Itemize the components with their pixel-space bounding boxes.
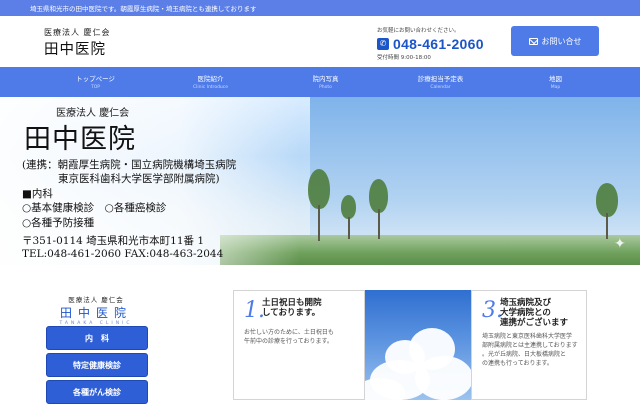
sidebar-button-internal-medicine[interactable]: 内 科: [46, 326, 148, 350]
hero-title: 田中医院: [24, 124, 136, 155]
top-info-bar: 埼玉県和光市の田中医院です。朝霞厚生病院・埼玉病院とも連携しております: [0, 0, 640, 16]
site-logo[interactable]: 医療法人 慶仁会 田中医院: [44, 27, 134, 58]
nav-label: 院内写真: [312, 75, 339, 83]
feature-body-line: お忙しい方のために、土日祝日も: [244, 329, 334, 336]
sidebar-button-health-checkup[interactable]: 特定健康検診: [46, 353, 148, 377]
nav-item-calendar[interactable]: 診療担当予定表 Calendar: [383, 67, 498, 97]
sparkle-icon: ✦: [614, 236, 626, 252]
feature-body-line: の連携も行っております。: [482, 360, 553, 367]
nav-sub-label: TOP: [90, 85, 100, 90]
hero-line: TEL:048-461-2060 FAX:048-463-2044: [22, 248, 224, 260]
hero-line: 東京医科歯科大学医学部附属病院): [58, 173, 220, 185]
hero-line: ○各種予防接種: [22, 217, 95, 229]
nav-item-top[interactable]: トップページ TOP: [38, 67, 153, 97]
mail-icon: [528, 37, 538, 45]
feature-body-line: 。光が丘病院、日大板橋病院と: [482, 351, 567, 358]
hero-line: ○基本健康検診 ○各種癌検診: [22, 202, 167, 214]
nav-label: 診療担当予定表: [417, 75, 464, 83]
feature-title-line: 連携がございます: [500, 318, 569, 328]
feature-title: 土日祝日も開院 しております。: [262, 298, 322, 318]
nav-label: 医院紹介: [197, 75, 224, 83]
feature-body-line: 部附属病院とは主連携しております: [482, 342, 578, 349]
sidebar-button-cancer-screening[interactable]: 各種がん検診: [46, 380, 148, 404]
sidebar-logo[interactable]: 医療法人 慶仁会 田中医院 TANAKA CLINIC: [46, 294, 146, 326]
feature-title-line: しております。: [262, 308, 321, 318]
feature-body: お忙しい方のために、土日祝日も 午前中の診療を行っております。: [244, 328, 334, 346]
hero-line: (連携：朝霞厚生病院・国立病院機構埼玉病院: [22, 159, 237, 171]
sidebar-logo-subtitle: 医療法人 慶仁会: [68, 296, 124, 304]
feature-body-line: 午前中の診療を行っております。: [244, 338, 333, 345]
reception-hours: 受付時間 9:00-18:00: [377, 55, 431, 61]
nav-item-clinic[interactable]: 医院紹介 Clinic Introduce: [153, 67, 268, 97]
nav-item-map[interactable]: 地図 Map: [498, 67, 613, 97]
inquiry-label: お問い合せ: [541, 36, 582, 46]
contact-lead: お気軽にお問い合わせください。: [377, 28, 460, 34]
feature-card-cooperation: 3. 埼玉病院及び 大学病院との 連携がございます 埼玉病院と東京医科歯科大学医…: [471, 290, 587, 400]
nav-sub-label: Map: [550, 85, 561, 90]
feature-title-line: 大学病院との: [500, 308, 551, 318]
cloud-photo: [365, 290, 471, 400]
feature-body-line: 埼玉病院と東京医科歯科大学医学: [482, 333, 573, 340]
contact-block: お気軽にお問い合わせください。 ✆ 048-461-2060 受付時間 9:00…: [377, 26, 507, 61]
feature-title-line: 土日祝日も開院: [262, 298, 322, 308]
nav-sub-label: Photo: [319, 85, 332, 90]
nav-label: 地図: [549, 75, 562, 83]
logo-title: 田中医院: [44, 42, 106, 58]
nav-sub-label: Clinic Introduce: [192, 85, 229, 90]
feature-title: 埼玉病院及び 大学病院との 連携がございます: [500, 298, 568, 328]
nav-sub-label: Calendar: [430, 85, 451, 90]
sidebar-logo-title: 田中医院: [59, 306, 132, 320]
nav-item-photo[interactable]: 院内写真 Photo: [268, 67, 383, 97]
feature-body: 埼玉病院と東京医科歯科大学医学 部附属病院とは主連携しております 。光が丘病院、…: [482, 332, 578, 368]
inquiry-button[interactable]: お問い合せ: [511, 26, 599, 56]
logo-subtitle: 医療法人 慶仁会: [44, 28, 111, 37]
hero-line: 〒351-0114 埼玉県和光市本町11番 1: [22, 235, 205, 247]
feature-title-line: 埼玉病院及び: [500, 298, 552, 308]
phone-number[interactable]: 048-461-2060: [393, 36, 484, 52]
main-nav: トップページ TOP 医院紹介 Clinic Introduce 院内写真 Ph…: [0, 67, 640, 97]
feature-card-weekend: 1. 土日祝日も開院 しております。 お忙しい方のために、土日祝日も 午前中の診…: [233, 290, 365, 400]
nav-label: トップページ: [76, 75, 115, 83]
hero-line: ■内科: [22, 188, 53, 200]
top-info-text: 埼玉県和光市の田中医院です。朝霞厚生病院・埼玉病院とも連携しております: [30, 5, 257, 13]
phone-icon: ✆: [377, 38, 389, 50]
